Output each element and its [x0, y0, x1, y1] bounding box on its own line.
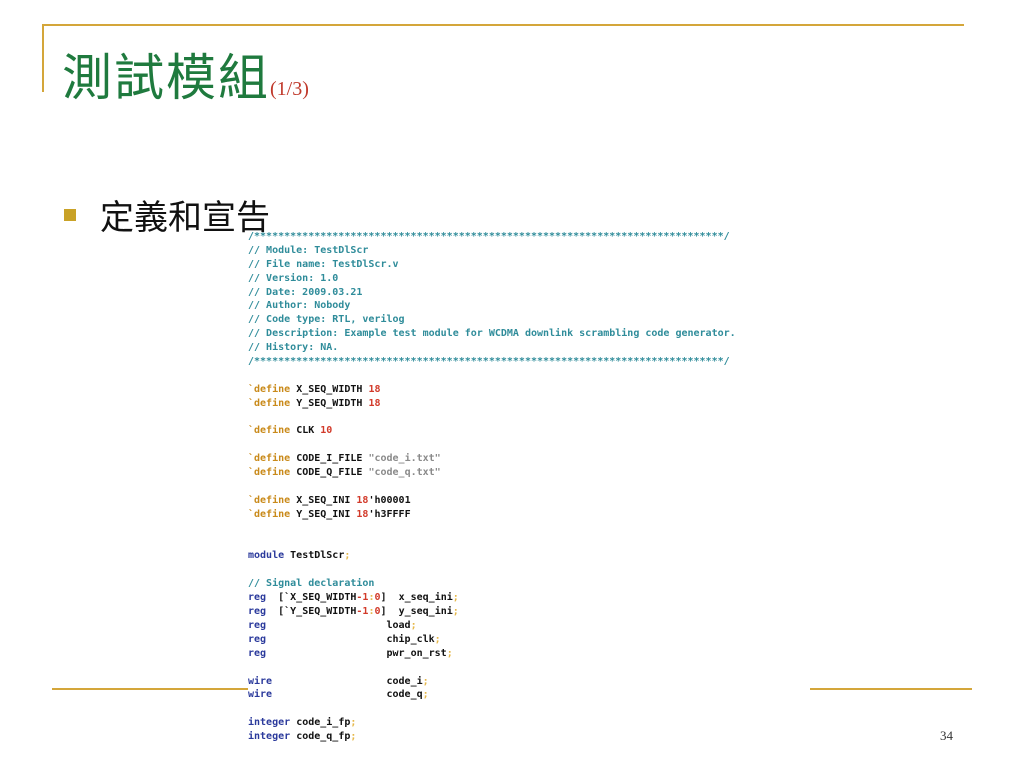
bullet-text: 定義和宣告: [100, 197, 270, 238]
signal-name: x_seq_ini: [398, 592, 453, 604]
macro-name: CODE_I_FILE: [296, 453, 363, 465]
macro-width: 18: [356, 494, 369, 506]
code-line: reg [`X_SEQ_WIDTH-1:0] x_seq_ini;: [248, 592, 459, 604]
code-line: `define CODE_I_FILE "code_i.txt": [248, 452, 828, 466]
macro-string: "code_i.txt": [368, 453, 441, 465]
code-line: // History: NA.: [248, 342, 339, 354]
minus-one: -1: [356, 606, 369, 618]
macro-name: CLK: [296, 425, 315, 437]
macro-value: 18: [368, 383, 381, 395]
code-blank: [248, 661, 828, 675]
code-line: `define Y_SEQ_INI 18'h3FFFF: [248, 508, 828, 522]
code-line: integer code_q_fp;: [248, 731, 357, 743]
define-keyword: `define: [248, 467, 291, 479]
code-blank: [248, 480, 828, 494]
signal-name: code_q: [386, 689, 423, 701]
define-keyword: `define: [248, 494, 291, 506]
code-blank: [248, 563, 828, 577]
macro-name: X_SEQ_INI: [296, 494, 351, 506]
code-line: `define X_SEQ_WIDTH 18: [248, 383, 828, 397]
reg-keyword: reg: [248, 619, 267, 631]
wire-keyword: wire: [248, 689, 273, 701]
code-blank: [248, 369, 828, 383]
bullet-square-icon: [64, 209, 76, 221]
code-line: `define CODE_Q_FILE "code_q.txt": [248, 466, 828, 480]
code-blank: [248, 411, 828, 425]
signal-name: pwr_on_rst: [386, 647, 447, 659]
reg-keyword: reg: [248, 592, 267, 604]
slide-title: 測試模組(1/3): [62, 38, 309, 108]
reg-keyword: reg: [248, 606, 267, 618]
code-line: `define Y_SEQ_WIDTH 18: [248, 397, 828, 411]
macro-string: "code_q.txt": [368, 467, 441, 479]
signal-name: chip_clk: [386, 633, 435, 645]
module-name: TestDlScr: [290, 550, 345, 562]
code-line: reg pwr_on_rst;: [248, 647, 453, 659]
define-keyword: `define: [248, 453, 291, 465]
code-line: // File name: TestDlScr.v: [248, 258, 399, 270]
code-line: `define X_SEQ_INI 18'h00001: [248, 494, 828, 508]
signal-name: code_q_fp: [296, 731, 351, 743]
define-keyword: `define: [248, 425, 291, 437]
macro-name: Y_SEQ_INI: [296, 508, 351, 520]
signal-name: load: [386, 619, 411, 631]
code-line: // Module: TestDlScr: [248, 244, 369, 256]
page-number: 34: [940, 728, 953, 743]
macro-name: CODE_Q_FILE: [296, 467, 363, 479]
reg-keyword: reg: [248, 633, 267, 645]
code-line: `define CLK 10: [248, 424, 828, 438]
macro-name: Y_SEQ_WIDTH: [296, 397, 363, 409]
macro-value: 'h3FFFF: [368, 508, 411, 520]
code-line: integer code_i_fp;: [248, 717, 357, 729]
code-line: reg [`Y_SEQ_WIDTH-1:0] y_seq_ini;: [248, 606, 459, 618]
code-line: wire code_i;: [248, 675, 429, 687]
code-line: // Description: Example test module for …: [248, 328, 736, 340]
code-line: module TestDlScr;: [248, 550, 351, 562]
define-keyword: `define: [248, 383, 291, 395]
reg-keyword: reg: [248, 647, 267, 659]
code-blank: [248, 522, 828, 536]
signal-name: y_seq_ini: [398, 606, 453, 618]
macro-width: 18: [356, 508, 369, 520]
macro-value: 10: [320, 425, 333, 437]
signal-name: code_i_fp: [296, 717, 351, 729]
code-comment: // Signal declaration: [248, 578, 375, 590]
code-line: // Version: 1.0: [248, 272, 339, 284]
code-blank: [248, 438, 828, 452]
define-keyword: `define: [248, 508, 291, 520]
code-line: reg chip_clk;: [248, 633, 441, 645]
code-blank: [248, 702, 828, 716]
signal-name: code_i: [386, 675, 423, 687]
width-ref: `Y_SEQ_WIDTH: [284, 606, 357, 618]
code-line: // Date: 2009.03.21: [248, 286, 363, 298]
define-keyword: `define: [248, 397, 291, 409]
bullet-item: 定義和宣告: [64, 192, 270, 238]
integer-keyword: integer: [248, 717, 291, 729]
macro-value: 'h00001: [368, 494, 411, 506]
macro-name: X_SEQ_WIDTH: [296, 383, 363, 395]
code-line: reg load;: [248, 619, 417, 631]
code-line: // Code type: RTL, verilog: [248, 314, 405, 326]
title-suffix: (1/3): [270, 78, 309, 100]
minus-one: -1: [356, 592, 369, 604]
left-rule: [42, 24, 44, 92]
bottom-rule-left: [52, 688, 248, 690]
wire-keyword: wire: [248, 675, 273, 687]
module-keyword: module: [248, 550, 285, 562]
code-block: /***************************************…: [248, 230, 828, 744]
width-ref: `X_SEQ_WIDTH: [284, 592, 357, 604]
code-line: /***************************************…: [248, 231, 730, 242]
code-blank: [248, 536, 828, 550]
macro-value: 18: [368, 397, 381, 409]
code-line: // Author: Nobody: [248, 300, 351, 312]
title-text: 測試模組: [62, 49, 270, 107]
integer-keyword: integer: [248, 731, 291, 743]
bottom-rule-right: [810, 688, 972, 690]
code-line: /***************************************…: [248, 356, 730, 368]
code-line: wire code_q;: [248, 689, 429, 701]
top-rule: [42, 24, 964, 26]
